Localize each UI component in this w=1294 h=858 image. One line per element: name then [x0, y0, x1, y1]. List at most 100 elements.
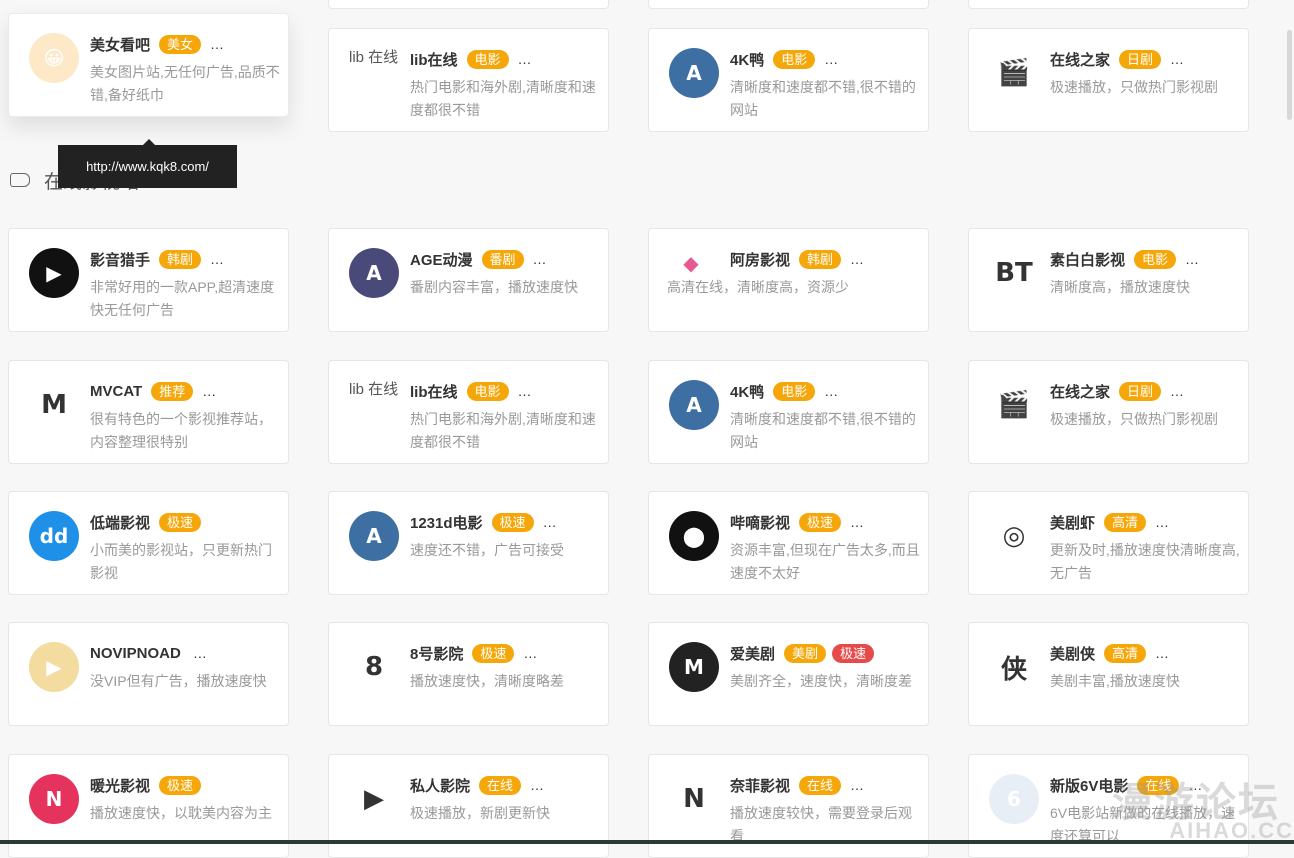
- epang-logo-icon: ◆: [683, 251, 699, 275]
- category-tag: 极速: [159, 512, 202, 532]
- site-name[interactable]: 阿房影视: [730, 249, 790, 270]
- site-card[interactable]: 阿房影视 韩剧 … ◆ 高清在线，清晰度高，资源少: [648, 228, 929, 332]
- card-title-row: 爱美剧 美剧 极速: [730, 640, 918, 666]
- site-name[interactable]: 4K鸭: [730, 49, 764, 70]
- overflow-ellipsis: …: [1155, 514, 1171, 530]
- mvcat-logo-icon: M: [41, 390, 67, 420]
- card-title-row: lib在线 电影 …: [410, 46, 598, 72]
- site-card[interactable]: A 4K鸭 电影 … 清晰度和速度都不错,很不错的网站: [648, 360, 929, 464]
- site-card[interactable]: 🎬 在线之家 日剧 … 极速播放，只做热门影视剧: [968, 28, 1249, 132]
- category-tag: 高清: [1104, 643, 1147, 663]
- site-name[interactable]: 在线之家: [1050, 49, 1110, 70]
- category-tag: 极速: [799, 512, 842, 532]
- site-card[interactable]: ▶ 影音猎手 韩剧 … 非常好用的一款APP,超清速度快无任何广告: [8, 228, 289, 332]
- site-name[interactable]: 素白白影视: [1050, 249, 1125, 270]
- url-tooltip: http://www.kqk8.com/: [58, 139, 237, 188]
- overflow-ellipsis: …: [542, 514, 558, 530]
- site-description: 极速播放，只做热门影视剧: [1050, 79, 1218, 95]
- site-card[interactable]: ▶ NOVIPNOAD … 没VIP但有广告，播放速度快: [8, 622, 289, 726]
- site-name[interactable]: 私人影院: [410, 775, 470, 796]
- card-title-row: 美剧虾 高清 …: [1050, 509, 1238, 535]
- site-name[interactable]: 低端影视: [90, 512, 150, 533]
- arrow-a-icon: A: [669, 48, 719, 98]
- card-title-row: 美女看吧 美女…: [90, 31, 278, 57]
- site-card[interactable]: ◎ 美剧虾 高清 … 更新及时,播放速度快清晰度高,无广告: [968, 491, 1249, 595]
- card-title-row: 影音猎手 韩剧…: [90, 246, 278, 272]
- card-title-row: 低端影视 极速: [90, 509, 278, 535]
- site-name[interactable]: MVCAT: [90, 383, 142, 400]
- site-name[interactable]: AGE动漫: [410, 249, 473, 270]
- site-description: 美剧齐全，速度快，清晰度差: [730, 673, 912, 689]
- site-card[interactable]: lib 在线 lib在线 电影 … 热门电影和海外剧,清晰度和速度都很不错: [328, 28, 609, 132]
- card-title-row: 4K鸭 电影…: [730, 378, 918, 404]
- film-reel-icon: ⬤: [669, 511, 719, 561]
- card-title-row: 8号影院 极速…: [410, 640, 598, 666]
- site-name[interactable]: 4K鸭: [730, 381, 764, 402]
- card-title-row: 4K鸭 电影…: [730, 46, 918, 72]
- site-name[interactable]: 1231d电影: [410, 512, 483, 533]
- site-name[interactable]: 奈菲影视: [730, 775, 790, 796]
- overflow-ellipsis: …: [824, 383, 840, 399]
- site-card[interactable]: M 爱美剧 美剧 极速美剧齐全，速度快，清晰度差: [648, 622, 929, 726]
- anime-avatar-icon: A: [349, 248, 399, 298]
- bird-mascot-icon: 8: [364, 652, 384, 682]
- category-tag: 韩剧: [159, 249, 202, 269]
- colorful-play-icon: ▶: [364, 784, 384, 814]
- card-edge: [648, 0, 929, 9]
- category-tag: 电影: [466, 49, 509, 69]
- site-description: 番剧内容丰富，播放速度快: [410, 279, 578, 295]
- site-name[interactable]: NOVIPNOAD: [90, 645, 181, 662]
- scrollbar[interactable]: [1287, 30, 1292, 120]
- category-tag: 极速: [472, 643, 515, 663]
- site-description: 美剧丰富,播放速度快: [1050, 673, 1180, 689]
- site-name[interactable]: 美剧虾: [1050, 512, 1095, 533]
- site-card[interactable]: BT 素白白影视 电影 … 清晰度高，播放速度快: [968, 228, 1249, 332]
- site-name[interactable]: 影音猎手: [90, 249, 150, 270]
- site-card[interactable]: A 4K鸭 电影 … 清晰度和速度都不错,很不错的网站: [648, 28, 929, 132]
- site-card[interactable]: 8 8号影院 极速 … 播放速度快，清晰度略差: [328, 622, 609, 726]
- site-card[interactable]: dd 低端影视 极速 小而美的影视站，只更新热门影视: [8, 491, 289, 595]
- m-logo-icon: M: [669, 642, 719, 692]
- site-name[interactable]: 在线之家: [1050, 381, 1110, 402]
- site-card[interactable]: 🎬 在线之家 日剧 … 极速播放，只做热门影视剧: [968, 360, 1249, 464]
- site-name[interactable]: lib在线: [410, 49, 458, 70]
- overflow-ellipsis: …: [1170, 383, 1186, 399]
- overflow-ellipsis: …: [202, 383, 218, 399]
- site-name[interactable]: lib在线: [410, 381, 458, 402]
- site-name[interactable]: 哔嘀影视: [730, 512, 790, 533]
- netflix-n-icon: N: [683, 784, 705, 814]
- bt-logo-icon: BT: [995, 258, 1033, 288]
- site-name[interactable]: 暖光影视: [90, 775, 150, 796]
- cartoon-girl-icon: 😀: [29, 33, 79, 83]
- site-name[interactable]: 8号影院: [410, 643, 463, 664]
- category-tag: 韩剧: [799, 249, 842, 269]
- card-title-row: 哔嘀影视 极速…: [730, 509, 918, 535]
- site-name[interactable]: 爱美剧: [730, 643, 775, 664]
- site-card[interactable]: A 1231d电影 极速 … 速度还不错，广告可接受: [328, 491, 609, 595]
- site-description: 热门电影和海外剧,清晰度和速度都很不错: [410, 411, 596, 450]
- category-tag: 电影: [1134, 249, 1177, 269]
- site-card[interactable]: 侠 美剧侠 高清 … 美剧丰富,播放速度快: [968, 622, 1249, 726]
- site-description: 美女图片站,无任何广告,品质不错,备好纸巾: [90, 64, 280, 103]
- dd-logo-icon: dd: [29, 511, 79, 561]
- card-title-row: 1231d电影 极速…: [410, 509, 598, 535]
- category-tag: 高清: [1104, 512, 1147, 532]
- site-description: 热门电影和海外剧,清晰度和速度都很不错: [410, 79, 596, 118]
- watermark-sub: AIHAO.CC: [1169, 818, 1294, 843]
- site-description: 清晰度高，播放速度快: [1050, 279, 1190, 295]
- site-description: 更新及时,播放速度快清晰度高,无广告: [1050, 542, 1240, 581]
- site-card[interactable]: 😀 美女看吧 美女 … 美女图片站,无任何广告,品质不错,备好纸巾: [8, 13, 289, 117]
- overflow-ellipsis: …: [517, 51, 533, 67]
- site-card[interactable]: ⬤ 哔嘀影视 极速 … 资源丰富,但现在广告太多,而且速度不太好: [648, 491, 929, 595]
- overflow-ellipsis: …: [192, 645, 208, 661]
- overflow-ellipsis: …: [1155, 645, 1171, 661]
- site-card[interactable]: M MVCAT 推荐 … 很有特色的一个影视推荐站，内容整理很特别: [8, 360, 289, 464]
- overflow-ellipsis: …: [1185, 251, 1201, 267]
- overflow-ellipsis: …: [850, 777, 866, 793]
- site-name[interactable]: 美女看吧: [90, 34, 150, 55]
- site-card[interactable]: lib 在线 lib在线 电影 … 热门电影和海外剧,清晰度和速度都很不错: [328, 360, 609, 464]
- card-title-row: lib在线 电影…: [410, 378, 598, 404]
- site-name[interactable]: 美剧侠: [1050, 643, 1095, 664]
- site-card[interactable]: A AGE动漫 番剧 … 番剧内容丰富，播放速度快: [328, 228, 609, 332]
- site-description: 高清在线，清晰度高，资源少: [667, 279, 849, 295]
